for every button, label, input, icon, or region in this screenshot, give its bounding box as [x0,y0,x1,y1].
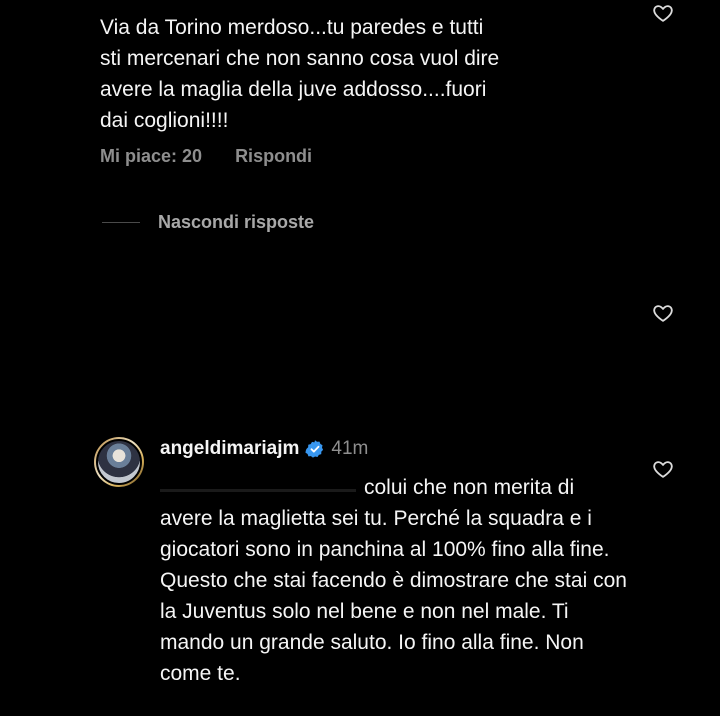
avatar-photo [96,439,142,485]
comment-meta: Mi piace: 20 Rispondi [100,146,340,167]
heart-outline-icon[interactable] [652,2,674,24]
hide-replies-line [102,222,140,223]
username[interactable]: angeldimariajm [160,438,299,460]
heart-outline-icon[interactable] [652,458,674,480]
comment-text: Via da Torino merdoso...tu paredes e tut… [100,16,500,132]
timestamp: 41m [331,438,369,459]
reply-button[interactable]: Rispondi [235,146,312,166]
verified-badge-icon [305,440,324,458]
reply-text: colui che non merita di avere la magliet… [160,476,627,685]
heart-outline-icon[interactable] [652,302,674,324]
hide-replies-label: Nascondi risposte [158,212,315,232]
likes-count[interactable]: Mi piace: 20 [100,146,202,166]
reply-header: angeldimariajm 41m [160,438,368,460]
hide-replies-button[interactable]: Nascondi risposte [102,212,314,233]
avatar[interactable] [94,437,144,487]
